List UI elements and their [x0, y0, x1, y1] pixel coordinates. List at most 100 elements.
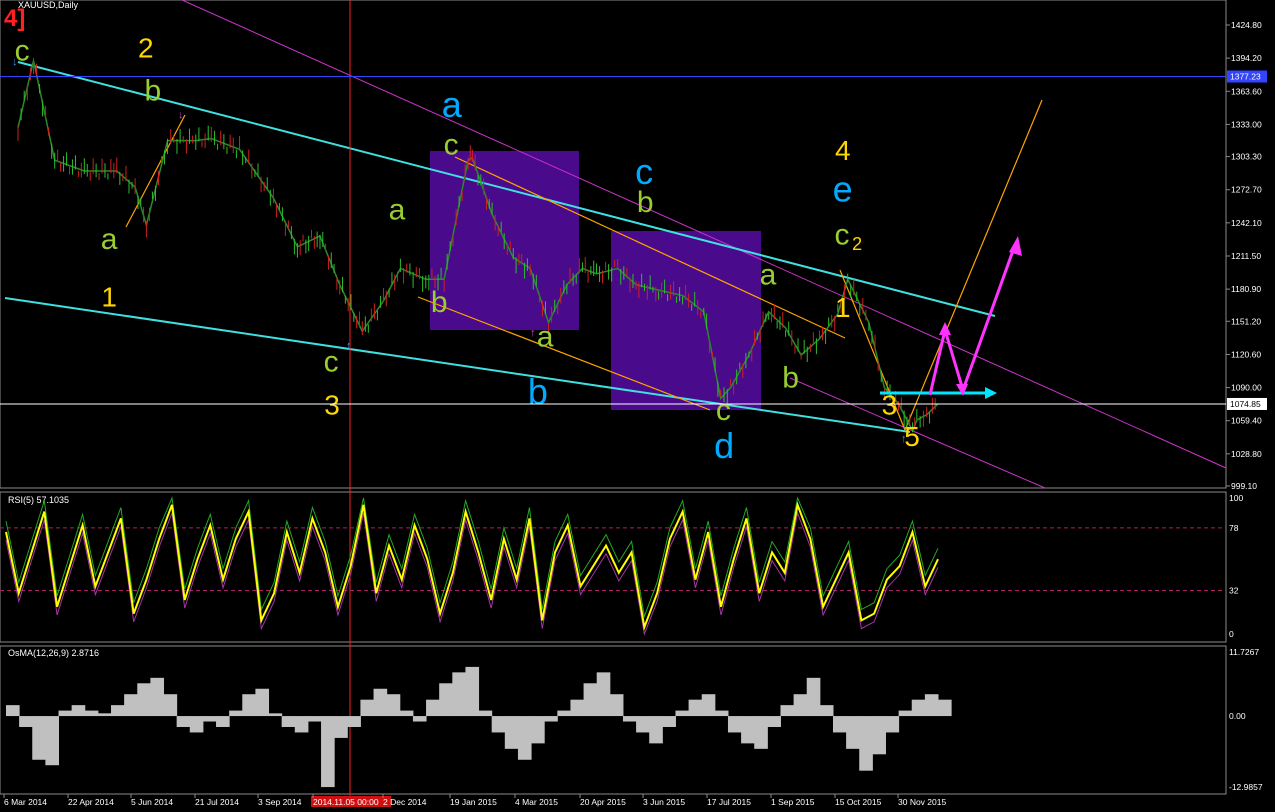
- rsi-panel-frame: [0, 491, 1227, 643]
- price-level-label: 1074.85: [1230, 399, 1261, 409]
- wave-label: a: [101, 223, 118, 256]
- wave-label: 1: [101, 281, 117, 312]
- rsi-tick-label: 78: [1229, 523, 1239, 533]
- osma-bar: [741, 716, 755, 744]
- wave-label: b: [144, 75, 161, 108]
- osma-bar: [58, 710, 73, 717]
- price-tick-label: 1394.20: [1231, 53, 1262, 63]
- time-tick-label: 4 Mar 2015: [515, 797, 558, 807]
- osma-bar: [137, 683, 151, 717]
- osma-bar: [452, 672, 466, 717]
- time-tick-label: 21 Jul 2014: [195, 797, 239, 807]
- down-marker-icon: ↓: [178, 109, 184, 121]
- osma-bar: [334, 716, 348, 738]
- time-tick-label: 17 Jul 2015: [707, 797, 751, 807]
- wave-label: c: [444, 129, 459, 162]
- consolidation-zone-2: [611, 231, 761, 410]
- osma-bar: [727, 716, 742, 733]
- wave-label: 2: [852, 234, 862, 254]
- time-tick-label: 15 Oct 2015: [835, 797, 882, 807]
- price-tick-label: 1120.60: [1231, 349, 1261, 359]
- osma-bar: [412, 716, 427, 722]
- osma-tick-label: -12.9857: [1229, 782, 1263, 792]
- cyan-arrow-head: [985, 387, 997, 399]
- chart-svg: ↓ ↓ ↑ ↑ ↑ c 2ba1acabc3abcbcdab4ec 2135 XAU…: [0, 0, 1267, 807]
- price-tick-label: 999.10: [1231, 481, 1257, 491]
- osma-bar: [557, 710, 571, 717]
- osma-bar: [97, 713, 112, 717]
- osma-bar: [885, 716, 900, 733]
- osma-bar: [714, 710, 729, 717]
- osma-bar: [806, 677, 821, 717]
- osma-bar: [636, 716, 650, 733]
- wave-label: b: [782, 362, 799, 395]
- mt4-chart-window: ↓ ↓ ↑ ↑ ↑ c2ba1acabc3abcbcdab4ec2135 XAU…: [0, 0, 1275, 807]
- osma-bar: [846, 716, 860, 749]
- price-tick-label: 1090.00: [1231, 383, 1262, 393]
- osma-bar: [268, 713, 283, 717]
- rsi-panel: RSI(5) 57.1035 100 78 32 0: [0, 493, 1243, 639]
- osma-bar: [124, 694, 138, 717]
- wave-label: 5: [904, 421, 920, 452]
- osma-bar: [622, 716, 637, 722]
- osma-bar: [426, 699, 440, 717]
- wave-label: a: [389, 194, 406, 227]
- price-tick-label: 1211.50: [1231, 251, 1261, 261]
- osma-bar: [911, 699, 926, 717]
- price-level-label: 1377.23: [1230, 72, 1261, 82]
- osma-bar: [819, 705, 834, 717]
- price-tick-label: 1303.30: [1231, 152, 1262, 162]
- osma-bar: [399, 710, 414, 717]
- time-axis: 6 Mar 2014 22 Apr 2014 5 Jun 2014 21 Jul 20…: [3, 794, 946, 807]
- osma-bar: [202, 716, 217, 722]
- osma-bar: [688, 699, 703, 717]
- osma-bar: [938, 699, 952, 717]
- wave-label: 3: [882, 390, 898, 421]
- osma-bar: [255, 688, 270, 717]
- osma-bar: [386, 694, 401, 717]
- osma-bar: [675, 710, 690, 717]
- time-tick-label: 20 Apr 2015: [580, 797, 626, 807]
- osma-bar: [859, 716, 873, 771]
- time-tick-label: 3 Sep 2014: [258, 797, 302, 807]
- osma-bar: [701, 694, 716, 717]
- osma-bar: [111, 705, 125, 717]
- time-tick-label: 19 Jan 2015: [450, 797, 497, 807]
- wave-label: 1: [835, 292, 851, 323]
- time-tick-label: 5 Jun 2014: [131, 797, 173, 807]
- osma-bar: [465, 666, 480, 717]
- wave-label: a: [442, 84, 463, 125]
- projection-arrows: [880, 236, 1022, 399]
- osma-bar: [229, 710, 243, 717]
- wave-label: a: [760, 259, 777, 292]
- orange-wave-b-line: [125, 114, 186, 228]
- corner-wave-label: 4]: [4, 5, 25, 32]
- osma-tick-label: 11.7267: [1229, 647, 1259, 657]
- price-tick-label: 1151.20: [1231, 316, 1261, 326]
- osma-bar: [373, 688, 388, 717]
- wave-label: c: [716, 394, 731, 427]
- price-tick-label: 1363.60: [1231, 86, 1262, 96]
- osma-label: OsMA(12,26,9) 2.8716: [8, 648, 99, 658]
- price-tick-label: 1028.80: [1231, 449, 1262, 459]
- osma-bar: [898, 710, 913, 717]
- time-tick-label: 6 Mar 2014: [4, 797, 47, 807]
- time-tick-label: 1 Sep 2015: [771, 797, 815, 807]
- price-tick-label: 1424.80: [1231, 20, 1262, 30]
- osma-bar: [321, 716, 335, 788]
- time-tick-label: 3 Jun 2015: [643, 797, 685, 807]
- time-tick-label: 30 Nov 2015: [898, 797, 946, 807]
- rsi-tick-label: 0: [1229, 629, 1234, 639]
- osma-bar: [832, 716, 847, 733]
- up-marker-icon: ↑: [346, 340, 352, 352]
- time-tick-label: 2014.11.05 00:00: [313, 797, 379, 807]
- wave-label: 2: [138, 32, 154, 63]
- wave-label: 3: [324, 390, 340, 421]
- chart-title: XAUUSD,Daily: [18, 0, 79, 10]
- osma-bar: [6, 705, 20, 717]
- osma-bar: [176, 716, 191, 727]
- osma-bar: [71, 705, 86, 717]
- time-tick-label: 22 Apr 2014: [68, 797, 114, 807]
- osma-bar: [216, 716, 230, 727]
- osma-bar: [294, 716, 309, 733]
